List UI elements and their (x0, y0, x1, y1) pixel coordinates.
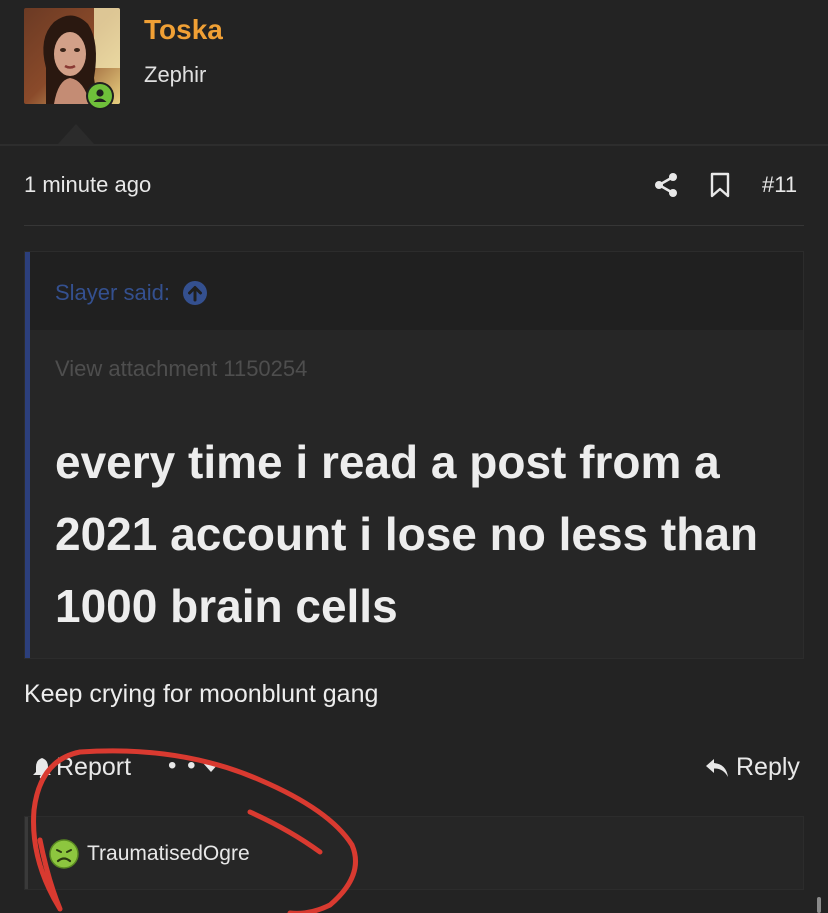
bookmark-icon[interactable] (708, 172, 732, 198)
divider (24, 225, 804, 226)
view-attachment-link[interactable]: View attachment 1150254 (55, 356, 307, 382)
user-title: Zephir (144, 62, 207, 87)
post-body: Keep crying for moonblunt gang (24, 680, 379, 708)
reply-button[interactable]: Reply (704, 753, 800, 782)
username[interactable]: Toska (144, 14, 223, 46)
reply-label: Reply (736, 753, 800, 781)
post-number-link[interactable]: #11 (762, 172, 797, 198)
reaction-user-link[interactable]: TraumatisedOgre (87, 842, 250, 866)
report-button[interactable]: Report (30, 753, 131, 782)
header-pointer (58, 124, 94, 144)
online-status-icon (86, 82, 114, 110)
post-timestamp[interactable]: 1 minute ago (24, 172, 151, 198)
divider (0, 144, 828, 146)
report-label: Report (56, 753, 132, 781)
chevron-down-icon[interactable] (203, 763, 219, 772)
scrollbar[interactable] (817, 897, 821, 913)
post-header: Toska Zephir (0, 0, 828, 145)
quote-author-link[interactable]: Slayer said: (55, 280, 208, 306)
quote-block: Slayer said: View attachment 1150254 eve… (24, 251, 804, 659)
bell-icon (33, 757, 51, 779)
quote-author-label: Slayer said: (55, 280, 170, 305)
reply-arrow-icon (706, 758, 728, 777)
reactions-bar: TraumatisedOgre (24, 816, 804, 890)
share-icon[interactable] (653, 172, 679, 198)
sick-face-icon[interactable] (49, 839, 79, 869)
reactions-accent (25, 817, 28, 889)
quote-body: every time i read a post from a 2021 acc… (55, 436, 759, 632)
arrow-up-circle-icon[interactable] (182, 280, 208, 306)
